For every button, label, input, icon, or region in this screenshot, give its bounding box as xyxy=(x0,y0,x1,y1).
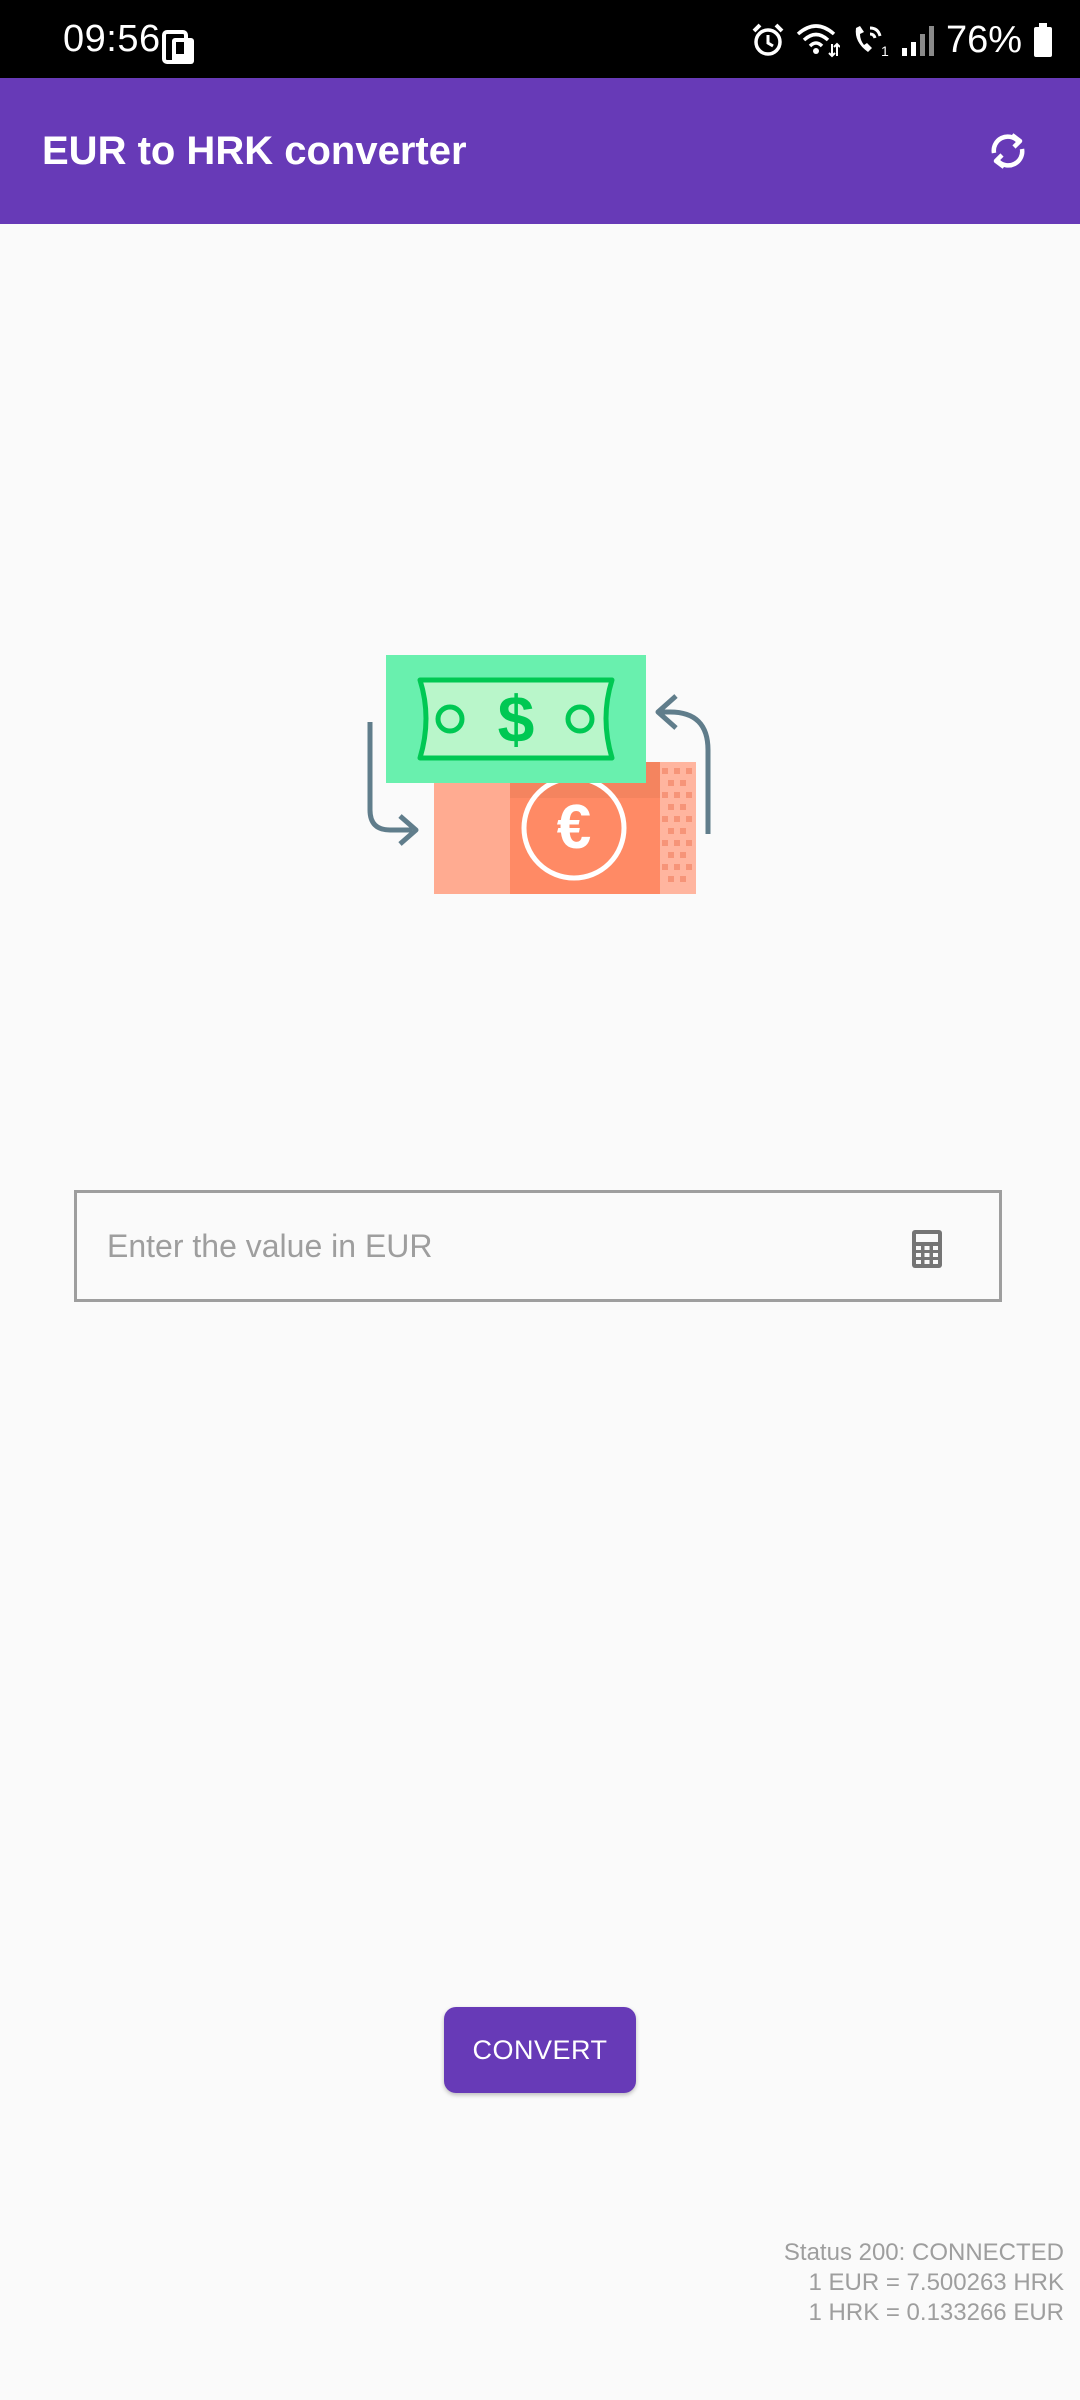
svg-text:1: 1 xyxy=(881,43,889,58)
status-bar: 09:56 1 76% xyxy=(0,0,1080,78)
status-icons: 1 76% xyxy=(750,18,1054,62)
rate-eur-hrk: 1 EUR = 7.500263 HRK xyxy=(808,2269,1064,2296)
alarm-icon xyxy=(750,22,786,58)
cast-icon xyxy=(162,28,198,68)
signal-icon xyxy=(900,22,936,58)
app-title: EUR to HRK converter xyxy=(42,129,467,173)
currency-exchange-illustration: € $ xyxy=(360,650,720,900)
swap-button[interactable] xyxy=(980,123,1036,179)
eur-value-input[interactable] xyxy=(107,1193,867,1299)
convert-button[interactable]: CONVERT xyxy=(444,2007,636,2093)
swap-icon xyxy=(991,133,1025,169)
wifi-icon xyxy=(796,22,840,58)
svg-text:€: € xyxy=(557,793,591,862)
status-time: 09:56 xyxy=(63,18,161,60)
connection-status: Status 200: CONNECTED 1 EUR = 7.500263 H… xyxy=(784,2238,1064,2328)
battery-percent: 76% xyxy=(945,19,1022,61)
status-text: Status 200: CONNECTED xyxy=(783,2239,1064,2266)
wifi-calling-icon: 1 xyxy=(850,22,890,58)
eur-value-field[interactable] xyxy=(74,1190,1002,1302)
app-bar: EUR to HRK converter xyxy=(0,78,1080,224)
rate-hrk-eur: 1 HRK = 0.133266 EUR xyxy=(808,2299,1064,2326)
battery-icon xyxy=(1032,22,1054,58)
svg-text:$: $ xyxy=(498,682,535,756)
calculator-icon xyxy=(911,1229,943,1269)
